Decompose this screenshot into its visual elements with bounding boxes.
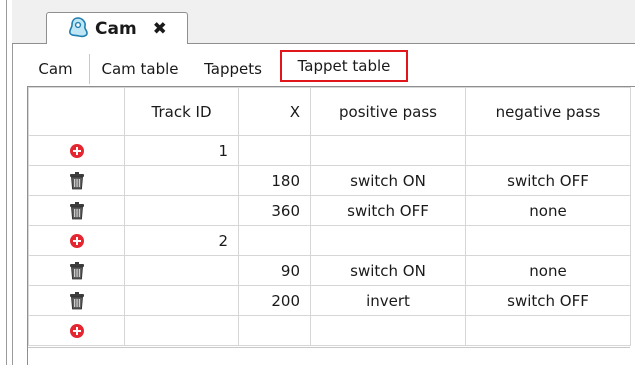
x-cell[interactable]: 90 <box>238 255 311 286</box>
track-id-cell[interactable] <box>124 315 239 346</box>
header-track-id[interactable]: Track ID <box>124 87 239 136</box>
positive-pass-cell[interactable]: invert <box>310 285 466 316</box>
trash-icon[interactable] <box>68 201 86 220</box>
trash-icon[interactable] <box>68 291 86 310</box>
positive-pass-cell[interactable] <box>310 315 466 346</box>
add-icon[interactable] <box>68 322 86 340</box>
left-divider-inner <box>12 0 13 365</box>
table-row[interactable]: 180 switch ON switch OFF <box>28 165 631 196</box>
negative-pass-cell[interactable] <box>465 315 631 346</box>
negative-pass-cell[interactable]: none <box>465 255 631 286</box>
table-row[interactable] <box>28 315 631 346</box>
add-icon[interactable] <box>68 232 86 250</box>
table-row[interactable]: 1 <box>28 135 631 166</box>
cam-editor-window: Cam ✖ Cam Cam table Tappets Tappet table… <box>0 0 635 365</box>
table-row[interactable]: 2 <box>28 225 631 256</box>
negative-pass-cell[interactable]: none <box>465 195 631 226</box>
positive-pass-cell[interactable] <box>310 135 466 166</box>
cam-icon <box>67 16 89 42</box>
sub-tab-strip: Cam Cam table Tappets Tappet table <box>22 44 635 86</box>
negative-pass-cell[interactable]: switch OFF <box>465 165 631 196</box>
trash-icon[interactable] <box>68 261 86 280</box>
trash-icon[interactable] <box>68 171 86 190</box>
row-icon-cell <box>28 285 125 316</box>
negative-pass-cell[interactable]: switch OFF <box>465 285 631 316</box>
grid-bottom-line <box>28 347 630 348</box>
x-cell[interactable]: 180 <box>238 165 311 196</box>
x-cell[interactable] <box>238 315 311 346</box>
track-id-cell[interactable] <box>124 195 239 226</box>
add-icon[interactable] <box>68 142 86 160</box>
row-icon-cell <box>28 165 125 196</box>
negative-pass-cell[interactable] <box>465 135 631 166</box>
tab-tappets[interactable]: Tappets <box>190 54 276 84</box>
tappet-table: Track ID X positive pass negative pass 1… <box>28 87 631 346</box>
left-divider <box>6 0 7 365</box>
row-icon-cell <box>28 135 125 166</box>
document-tab-cam[interactable]: Cam ✖ <box>46 12 188 45</box>
track-id-cell[interactable]: 2 <box>124 225 239 256</box>
row-icon-cell <box>28 315 125 346</box>
header-icon-column <box>28 87 125 136</box>
header-positive-pass[interactable]: positive pass <box>310 87 466 136</box>
close-icon[interactable]: ✖ <box>153 19 167 39</box>
table-row[interactable]: 90 switch ON none <box>28 255 631 286</box>
row-icon-cell <box>28 255 125 286</box>
positive-pass-cell[interactable]: switch ON <box>310 255 466 286</box>
table-header-row: Track ID X positive pass negative pass <box>28 87 631 136</box>
positive-pass-cell[interactable] <box>310 225 466 256</box>
table-row[interactable]: 200 invert switch OFF <box>28 285 631 316</box>
track-id-cell[interactable] <box>124 165 239 196</box>
x-cell[interactable] <box>238 135 311 166</box>
table-row[interactable]: 360 switch OFF none <box>28 195 631 226</box>
header-negative-pass[interactable]: negative pass <box>465 87 631 136</box>
x-cell[interactable]: 360 <box>238 195 311 226</box>
document-tab-strip: Cam ✖ <box>12 0 635 45</box>
row-icon-cell <box>28 195 125 226</box>
tappet-table-grid: Track ID X positive pass negative pass 1… <box>27 86 635 365</box>
positive-pass-cell[interactable]: switch ON <box>310 165 466 196</box>
x-cell[interactable]: 200 <box>238 285 311 316</box>
x-cell[interactable] <box>238 225 311 256</box>
track-id-cell[interactable]: 1 <box>124 135 239 166</box>
header-x[interactable]: X <box>238 87 311 136</box>
tab-cam[interactable]: Cam <box>22 54 90 84</box>
tab-cam-table[interactable]: Cam table <box>90 54 190 84</box>
row-icon-cell <box>28 225 125 256</box>
document-tab-title: Cam <box>95 19 137 39</box>
track-id-cell[interactable] <box>124 285 239 316</box>
negative-pass-cell[interactable] <box>465 225 631 256</box>
track-id-cell[interactable] <box>124 255 239 286</box>
positive-pass-cell[interactable]: switch OFF <box>310 195 466 226</box>
tab-tappet-table[interactable]: Tappet table <box>280 50 408 82</box>
